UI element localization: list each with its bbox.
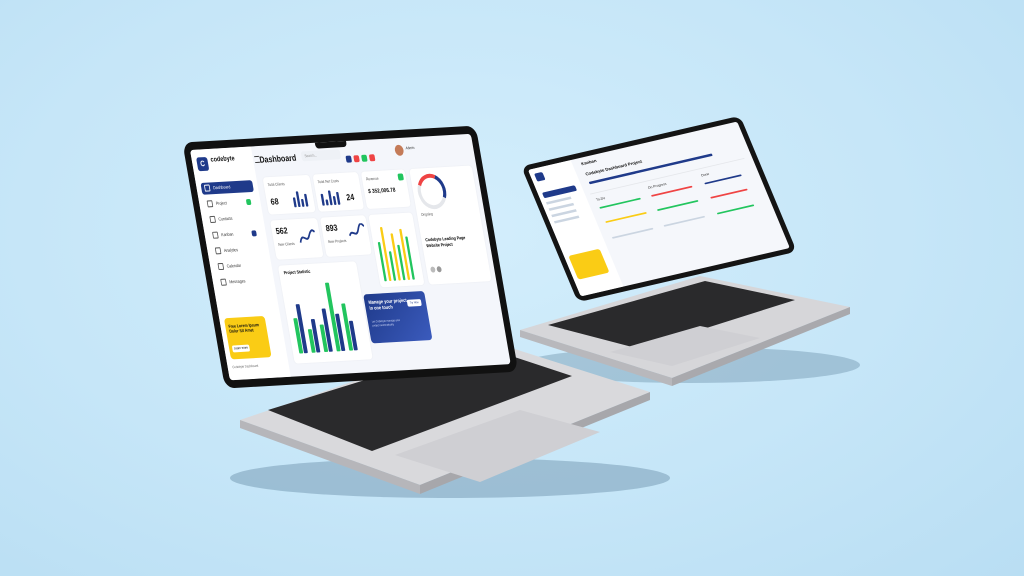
try-now-button[interactable]: Try Now xyxy=(406,299,422,307)
calendar-icon xyxy=(217,263,225,271)
stat-card-new-clients: 562 New Clients xyxy=(270,217,324,260)
promo-text: Free Lorem Ipsum Dolor Sit Amet xyxy=(228,322,260,334)
laptop1-body xyxy=(230,338,670,498)
sidebar-item-dashboard[interactable]: Dashboard xyxy=(200,180,254,195)
app-icon[interactable] xyxy=(361,154,368,162)
sidebar-item-label: Messages xyxy=(228,278,246,285)
project-statistic-card: Project Statistic xyxy=(277,261,373,364)
manage-subtitle: Let Codebyte manage your project automat… xyxy=(371,318,401,328)
phone-icon xyxy=(209,216,217,224)
status-badge xyxy=(245,198,252,206)
chart-title: Project Statistic xyxy=(283,268,311,276)
avatar xyxy=(430,266,436,273)
stat-card-clients: Total Clients 68 xyxy=(262,174,316,215)
page-title: Dashboard xyxy=(258,152,297,165)
sidebar-item-messages[interactable]: Messages xyxy=(217,274,271,289)
stat-label: Total Clients xyxy=(267,181,286,188)
folder-icon xyxy=(206,200,214,208)
manage-project-card: Manage your project in one touch Let Cod… xyxy=(363,290,433,344)
promo-card: Free Lorem Ipsum Dolor Sit Amet Learn mo… xyxy=(223,315,272,360)
sparkline xyxy=(299,229,315,243)
sparkline xyxy=(349,223,365,237)
mini-bar xyxy=(335,191,341,205)
manage-title: Manage your project in one touch xyxy=(368,297,408,312)
activity-chart-card xyxy=(368,212,425,288)
stat-value: 24 xyxy=(345,192,355,203)
stat-value: 893 xyxy=(324,222,339,234)
mini-bar-chart xyxy=(291,189,310,208)
sidebar-item-label: Contacts xyxy=(218,215,233,222)
activity-chart xyxy=(374,221,419,282)
stat-label: New Projects xyxy=(327,238,347,244)
stat-value: $ 352,006.78 xyxy=(367,187,397,196)
user-name[interactable]: Admin xyxy=(405,145,415,150)
stat-value: 68 xyxy=(269,196,280,207)
app-icon[interactable] xyxy=(345,155,353,163)
sidebar-item-label: Analytics xyxy=(223,247,239,253)
gauge-label: Ongoing xyxy=(420,211,434,217)
app-icon[interactable] xyxy=(368,154,376,162)
grid-icon xyxy=(203,184,211,192)
sparkline-path xyxy=(349,223,365,237)
status-badge xyxy=(397,173,405,181)
mini-bar xyxy=(320,193,325,206)
message-icon xyxy=(220,278,227,287)
sparkline-path xyxy=(299,229,315,243)
stat-label: Revenue xyxy=(365,175,379,182)
stat-value: 562 xyxy=(274,225,289,237)
sidebar-item-label: Kanban xyxy=(220,231,234,238)
mini-bar xyxy=(325,199,329,206)
board-icon xyxy=(212,231,219,240)
side-card-title: Codebyte Leading Page Website Project xyxy=(424,235,466,249)
sidebar-item-contacts[interactable]: Contacts xyxy=(206,211,260,226)
mini-bar xyxy=(303,193,309,207)
progress-gauge xyxy=(412,168,452,215)
footer-text: Codebyte Dashboard xyxy=(232,363,259,370)
stat-card-revenue: Revenue $ 352,006.78 xyxy=(360,169,411,210)
sidebar-item-label: Project xyxy=(215,200,228,206)
laptop1-screen: C codebyte Dashboard Project Contacts Ka… xyxy=(182,125,519,389)
project-bar-chart xyxy=(287,277,365,354)
search-input[interactable]: Search... xyxy=(300,149,342,162)
stat-label: Total Net Costs xyxy=(317,178,340,185)
app-shortcuts xyxy=(344,148,378,167)
mini-bar-chart xyxy=(320,187,343,206)
chart-icon xyxy=(214,247,222,255)
brand-name: codebyte xyxy=(210,155,236,164)
logo-icon: C xyxy=(196,156,210,172)
sidebar-item-calendar[interactable]: Calendar xyxy=(214,258,268,273)
promo-button[interactable]: Learn more xyxy=(231,344,251,353)
avatar[interactable] xyxy=(393,144,405,156)
laptop1-display: C codebyte Dashboard Project Contacts Ka… xyxy=(190,133,511,381)
stat-card-costs: Total Net Costs 24 xyxy=(312,172,365,212)
stat-card-new-projects: 893 New Projects xyxy=(319,215,372,257)
app-icon[interactable] xyxy=(353,155,360,163)
sidebar-item-project[interactable]: Project xyxy=(203,196,257,211)
status-badge xyxy=(251,230,257,237)
scene: Kanban Codebyte Dashboard Project To-Do … xyxy=(0,0,1024,576)
sidebar-item-analytics[interactable]: Analytics xyxy=(211,243,265,258)
sidebar-item-label: Dashboard xyxy=(212,184,231,191)
stat-label: New Clients xyxy=(277,240,296,247)
avatar xyxy=(436,266,442,273)
sidebar-item-label: Calendar xyxy=(226,262,242,269)
sidebar-item-kanban[interactable]: Kanban xyxy=(209,227,263,242)
